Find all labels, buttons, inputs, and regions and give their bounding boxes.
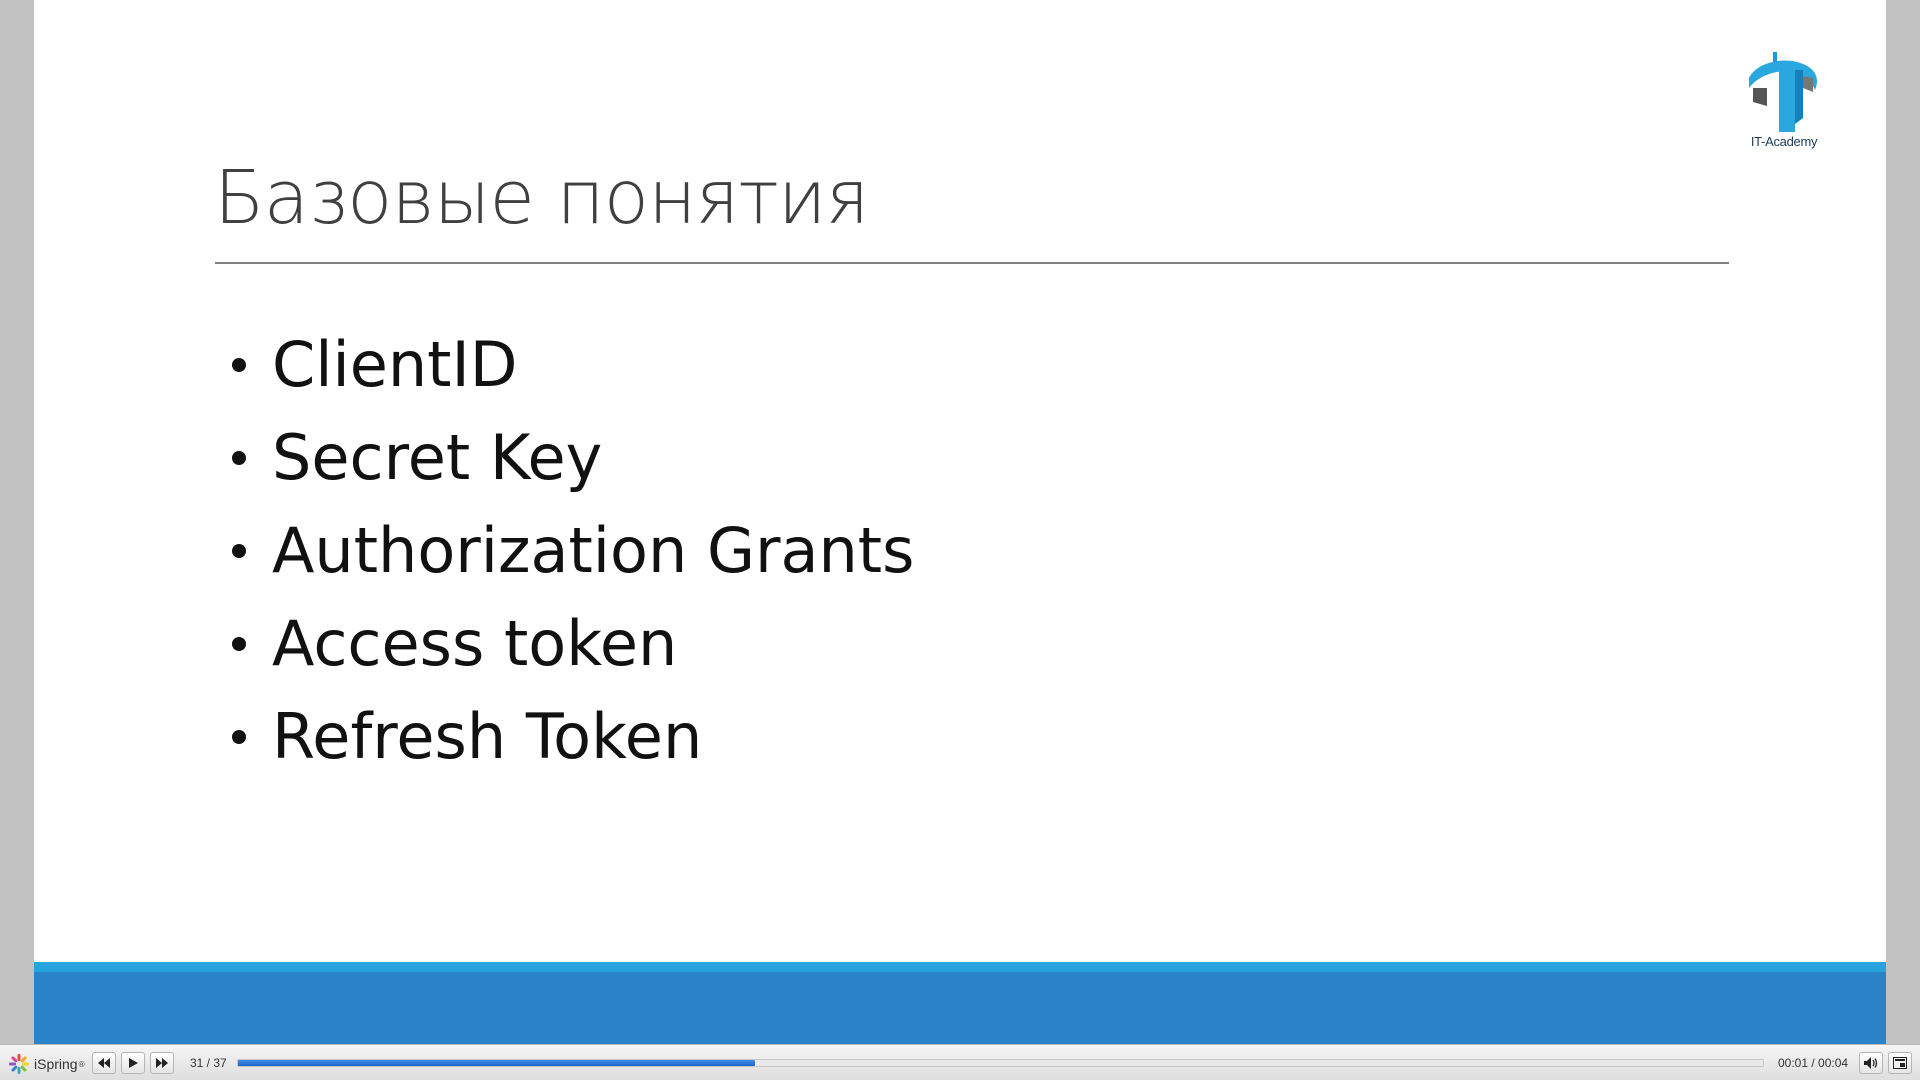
ispring-logo-icon	[9, 1054, 29, 1074]
bullet-dot-icon	[232, 357, 246, 372]
brand-trademark: ®	[77, 1059, 86, 1069]
bullet-list: ClientID Secret Key Authorization Grants…	[232, 318, 914, 783]
fullscreen-icon	[1893, 1057, 1907, 1069]
fullscreen-button[interactable]	[1888, 1052, 1912, 1074]
footer-band-dark	[34, 972, 1886, 1044]
bullet-text: Access token	[272, 607, 678, 680]
brand-label: iSpring	[34, 1056, 78, 1072]
bullet-item: ClientID	[232, 318, 914, 411]
seek-progress-fill	[238, 1060, 755, 1066]
slide: IT-Academy Базовые понятия ClientID Secr…	[34, 0, 1886, 1044]
bullet-text: Refresh Token	[272, 700, 703, 773]
bullet-text: Secret Key	[272, 421, 603, 494]
bullet-text: ClientID	[272, 328, 518, 401]
volume-icon	[1864, 1057, 1878, 1069]
previous-slide-button[interactable]	[92, 1052, 116, 1074]
seek-bar[interactable]	[237, 1059, 1764, 1067]
rewind-icon	[98, 1058, 110, 1068]
volume-button[interactable]	[1859, 1052, 1883, 1074]
footer-band-light	[34, 962, 1886, 972]
bullet-dot-icon	[232, 729, 246, 744]
bullet-dot-icon	[232, 636, 246, 651]
logo-caption: IT-Academy	[1750, 134, 1818, 149]
bullet-item: Secret Key	[232, 411, 914, 504]
bullet-item: Authorization Grants	[232, 504, 914, 597]
bullet-dot-icon	[232, 450, 246, 465]
slide-title: Базовые понятия	[214, 155, 869, 241]
bullet-text: Authorization Grants	[272, 514, 915, 587]
next-slide-button[interactable]	[150, 1052, 174, 1074]
ispring-brand[interactable]: iSpring ®	[8, 1054, 86, 1074]
bullet-dot-icon	[232, 543, 246, 558]
play-button[interactable]	[121, 1052, 145, 1074]
title-divider	[215, 262, 1729, 264]
fast-forward-icon	[156, 1058, 168, 1068]
presentation-stage: IT-Academy Базовые понятия ClientID Secr…	[0, 0, 1920, 1044]
slide-counter: 31 / 37	[190, 1056, 227, 1070]
bullet-item: Access token	[232, 597, 914, 690]
player-toolbar: iSpring ® 31 / 37 00:01 / 00:04	[0, 1044, 1920, 1080]
bullet-item: Refresh Token	[232, 690, 914, 783]
time-readout: 00:01 / 00:04	[1778, 1056, 1849, 1070]
play-icon	[128, 1058, 138, 1068]
